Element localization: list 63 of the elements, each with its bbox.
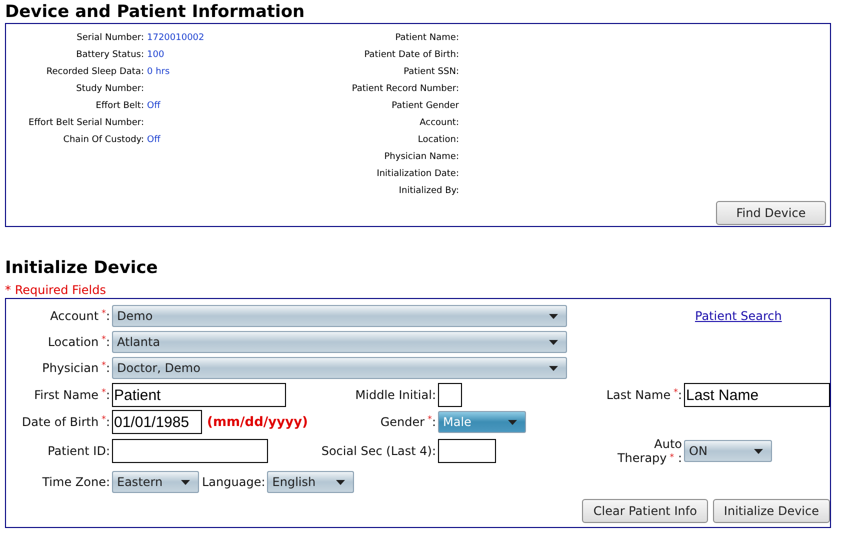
dropdown[interactable]: English — [267, 471, 354, 493]
field-label: Auto Therapy * : — [616, 437, 682, 465]
caret-icon — [549, 314, 558, 318]
field-label: Patient ID: — [48, 444, 110, 458]
info-value: 100 — [147, 50, 164, 60]
info-label: Patient Record Number: — [352, 84, 459, 94]
info-label: Physician Name: — [384, 152, 459, 162]
text-field[interactable] — [112, 439, 268, 463]
info-label: Patient Date of Birth: — [364, 50, 459, 60]
text-field[interactable] — [438, 383, 462, 407]
info-label: Patient Name: — [395, 32, 459, 42]
field-label: Language: — [202, 475, 266, 489]
caret-icon — [336, 480, 346, 484]
dropdown[interactable]: Doctor, Demo — [112, 357, 567, 379]
info-label: Recorded Sleep Data: — [46, 66, 144, 76]
info-label: Account: — [420, 118, 459, 128]
field-label: Physician *: — [42, 361, 110, 375]
info-label: Patient Gender — [392, 100, 459, 110]
field-label: Date of Birth *: — [22, 415, 110, 429]
dropdown[interactable]: Atlanta — [112, 331, 567, 353]
date-format-hint: (mm/dd/yyyy) — [207, 414, 308, 430]
patient-search-link[interactable]: Patient Search — [695, 309, 782, 323]
caret-icon — [181, 480, 190, 484]
text-field[interactable]: 01/01/1985 — [112, 410, 202, 434]
info-label: Patient SSN: — [404, 66, 459, 76]
info-label: Study Number: — [76, 84, 144, 94]
section-title: Device and Patient Information — [5, 2, 305, 23]
info-value: Off — [147, 134, 160, 144]
info-label: Initialization Date: — [376, 168, 459, 178]
caret-icon — [508, 420, 517, 424]
text-field[interactable] — [438, 439, 496, 463]
info-label: Serial Number: — [76, 32, 144, 42]
info-label: Location: — [418, 134, 459, 144]
caret-icon — [754, 448, 763, 454]
field-label: Location *: — [48, 335, 110, 349]
text-field[interactable]: Last Name — [684, 383, 830, 407]
field-label: Gender *: — [380, 415, 436, 429]
field-label: Social Sec (Last 4): — [321, 444, 436, 458]
text-field[interactable]: Patient — [112, 383, 286, 407]
caret-icon — [549, 340, 558, 344]
dropdown[interactable]: ON — [684, 440, 772, 462]
field-label: Account *: — [50, 309, 110, 323]
action-button[interactable]: Initialize Device — [712, 499, 830, 523]
info-label: Battery Status: — [76, 50, 144, 60]
info-value: 1720010002 — [147, 32, 204, 42]
field-label: Time Zone: — [42, 475, 110, 489]
info-label: Effort Belt Serial Number: — [28, 118, 144, 128]
info-label: Initialized By: — [398, 186, 459, 196]
caret-icon — [549, 366, 558, 370]
dropdown[interactable]: Eastern — [112, 471, 199, 493]
dropdown[interactable]: Male — [438, 411, 526, 433]
field-label: First Name *: — [34, 388, 110, 402]
info-value: 0 hrs — [147, 66, 170, 76]
dropdown[interactable]: Demo — [112, 305, 567, 327]
section-title: Initialize Device — [5, 258, 158, 279]
find-device-button[interactable]: Find Device — [716, 201, 826, 225]
info-label: Effort Belt: — [96, 100, 144, 110]
required-fields-note: * Required Fields — [5, 283, 106, 297]
action-button[interactable]: Clear Patient Info — [582, 499, 708, 523]
field-label: Last Name *: — [606, 388, 682, 402]
field-label: Middle Initial: — [355, 388, 436, 402]
info-value: Off — [147, 100, 160, 110]
info-label: Chain Of Custody: — [63, 134, 144, 144]
